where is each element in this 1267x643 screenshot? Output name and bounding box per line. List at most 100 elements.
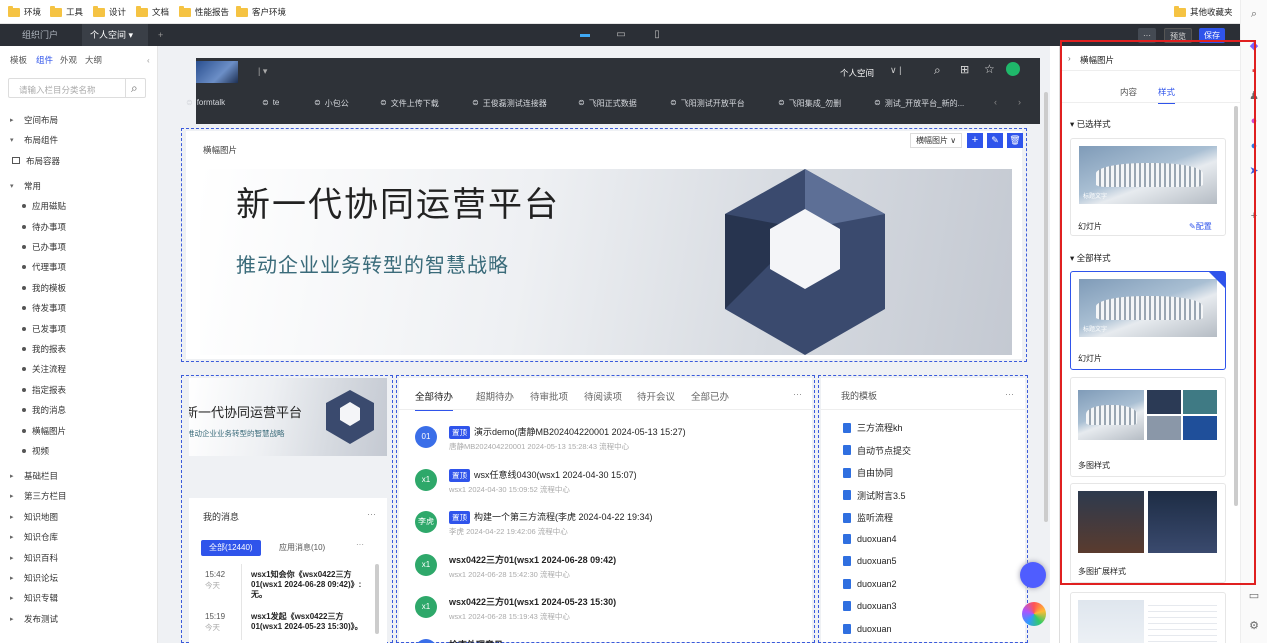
next-icon[interactable]: › — [1018, 97, 1021, 107]
messages-scrollbar[interactable] — [375, 564, 379, 634]
caret-icon[interactable]: ▸ — [10, 554, 18, 562]
portal-nav-item[interactable]: ⊜ 文件上传下载 — [380, 98, 439, 109]
portal-nav-item[interactable]: ⊜ 飞阳集成_勿删 — [778, 98, 841, 109]
tree-item[interactable]: 应用磁贴 — [18, 200, 66, 212]
mobile-icon[interactable]: ▯ — [642, 27, 672, 43]
bookmark-item-other[interactable]: 其他收藏夹 — [1174, 5, 1233, 18]
tree-item[interactable]: ▸ 基础栏目 — [10, 470, 58, 482]
tab-app-messages[interactable]: 应用消息(10) — [279, 542, 325, 553]
chevron-down-icon[interactable]: ∨ | — [890, 65, 901, 76]
tree-item[interactable]: 指定报表 — [18, 384, 66, 396]
search-input[interactable]: 请输入栏目分类名称 ⌕ — [8, 78, 146, 98]
tree-item[interactable]: 代理事项 — [18, 261, 66, 273]
tree-item[interactable]: ▸ 知识地图 — [10, 511, 58, 523]
tree-item[interactable]: ▸ 知识百科 — [10, 552, 58, 564]
tree-item[interactable]: 关注流程 — [18, 363, 66, 375]
template-item[interactable]: duoxuan4 — [843, 533, 897, 544]
bookmark-item[interactable]: 性能报告 — [179, 5, 229, 18]
tab-all-messages[interactable]: 全部(12440) — [201, 540, 261, 556]
screen-icon[interactable]: ▭ — [1248, 590, 1260, 602]
tab-templates[interactable]: 模板 — [10, 54, 27, 66]
tree-item[interactable]: 待办事项 — [18, 221, 66, 233]
tree-item[interactable]: ▸ 知识仓库 — [10, 531, 58, 543]
caret-icon[interactable]: ▸ — [10, 574, 18, 582]
template-item[interactable]: 三方流程kh — [843, 421, 903, 434]
tree-item[interactable]: ▸ 知识专辑 — [10, 592, 58, 604]
space-name[interactable]: 个人空间 — [840, 67, 874, 79]
todo-tab[interactable]: 待开会议 — [637, 389, 675, 403]
apps-grid-icon[interactable]: ⊞ — [960, 63, 969, 76]
tab-components[interactable]: 组件 — [36, 54, 53, 66]
todo-item[interactable]: 李虎 置顶 构建一个第三方流程(李虎 2024-04-22 19:34) 李虎 202… — [415, 511, 795, 541]
caret-icon[interactable]: ▸ — [10, 615, 18, 623]
template-item[interactable]: duoxuan3 — [843, 601, 897, 611]
tree-item[interactable]: 我的报表 — [18, 343, 66, 355]
tree-item[interactable]: 视频 — [18, 445, 49, 457]
portal-nav-item[interactable]: ⊜ formtalk — [186, 98, 225, 107]
caret-icon[interactable]: ▸ — [10, 492, 18, 500]
tree-item[interactable]: ▸ 第三方栏目 — [10, 490, 67, 502]
wrench-icon[interactable]: ✎ — [987, 133, 1003, 148]
tab-outline[interactable]: 大纲 — [85, 54, 102, 66]
tree-item[interactable]: 布局容器 — [10, 155, 60, 167]
bookmark-item[interactable]: 工具 — [50, 5, 83, 18]
todo-tab[interactable]: 全部已办 — [691, 389, 729, 403]
tab-org-portal[interactable]: 组织门户 — [14, 24, 90, 46]
add-tab-icon[interactable]: + — [150, 24, 170, 46]
todo-item[interactable]: x1 wsx0422三方01(wsx1 2024-05-23 15:30) wsx1… — [415, 596, 795, 626]
tab-personal-space[interactable]: 个人空间 ▾ — [82, 24, 148, 46]
canvas-scrollbar[interactable] — [1044, 92, 1048, 522]
style-select[interactable]: 横幅图片 ∨ — [910, 133, 962, 148]
more-icon[interactable]: ··· — [1005, 389, 1014, 399]
tree-item[interactable]: ▸ 知识论坛 — [10, 572, 58, 584]
add-icon[interactable]: + — [967, 133, 983, 148]
bookmark-item[interactable]: 设计 — [93, 5, 126, 18]
tab-appearance[interactable]: 外观 — [60, 54, 77, 66]
search-icon[interactable]: ⌕ — [934, 63, 941, 78]
tree-item[interactable]: 已发事项 — [18, 323, 66, 335]
portal-nav-item[interactable]: ⊜ 测试_开放平台_新的... — [874, 98, 964, 109]
bookmark-item[interactable]: 环境 — [8, 5, 41, 18]
gear-icon[interactable]: ⚙ — [1248, 620, 1260, 632]
laptop-icon[interactable]: ▭ — [606, 27, 636, 43]
assistant-icon[interactable] — [1006, 62, 1020, 76]
tree-item[interactable]: 横幅图片 — [18, 425, 66, 437]
template-item[interactable]: 测试附言3.5 — [843, 489, 906, 502]
caret-icon[interactable]: ▾ — [10, 136, 18, 144]
template-item[interactable]: 自由协同 — [843, 466, 893, 479]
collapse-icon[interactable]: ‹ — [147, 56, 150, 65]
bookmark-item[interactable]: 文档 — [136, 5, 169, 18]
prev-icon[interactable]: ‹ — [994, 97, 997, 107]
tree-item[interactable]: ▾ 常用 — [10, 180, 41, 192]
portal-nav-item[interactable]: ⊜ 飞阳正式数据 — [578, 98, 637, 109]
tree-item[interactable]: ▸ 空间布局 — [10, 114, 58, 126]
template-item[interactable]: 自动节点提交 — [843, 444, 911, 457]
search-icon[interactable]: ⌕ — [131, 81, 138, 96]
more-icon[interactable]: ··· — [793, 389, 802, 399]
banner-widget-frame[interactable]: 横幅图片 横幅图片 ∨ + ✎ 🗑 新一代协同运营平台 推动企业业务转型的智慧战… — [181, 128, 1027, 362]
caret-icon[interactable]: ▸ — [10, 513, 18, 521]
template-item[interactable]: 监听流程 — [843, 511, 893, 524]
todo-tab[interactable]: 待阅读项 — [584, 389, 622, 403]
portal-nav-item[interactable]: ⊜ 王俊磊测试连接器 — [472, 98, 547, 109]
ai-bot-icon[interactable] — [1020, 562, 1046, 588]
todo-item[interactable]: x1 wsx0422三方01(wsx1 2024-06-28 09:42) wsx1… — [415, 553, 795, 584]
todo-item[interactable]: 检索外理意见 — [415, 638, 795, 643]
bookmark-item[interactable]: 客户环境 — [236, 5, 286, 18]
portal-nav-item[interactable]: ⊜ te — [262, 98, 279, 107]
caret-icon[interactable]: ▸ — [10, 594, 18, 602]
message-text[interactable]: wsx1知会你《wsx0422三方01(wsx1 2024-06-28 09:4… — [251, 570, 373, 600]
caret-icon[interactable]: ▾ — [10, 182, 18, 190]
todo-item[interactable]: x1 置顶 wsx任意线0430(wsx1 2024-04-30 15:07) wsx… — [415, 468, 795, 499]
todo-tab[interactable]: 全部待办 — [415, 389, 454, 411]
tree-item[interactable]: ▾ 布局组件 — [10, 134, 58, 146]
app-launcher-icon[interactable] — [1022, 602, 1046, 626]
style-option-more[interactable] — [1070, 592, 1226, 643]
template-item[interactable]: duoxuan — [843, 623, 892, 634]
tree-item[interactable]: 我的消息 — [18, 404, 66, 416]
more-icon[interactable]: ··· — [367, 509, 376, 519]
tree-item[interactable]: 我的模板 — [18, 282, 66, 294]
delete-icon[interactable]: 🗑 — [1007, 133, 1023, 148]
caret-icon[interactable]: ▸ — [10, 472, 18, 480]
small-banner-image[interactable]: 新一代协同运营平台 推动企业业务转型的智慧战略 — [189, 378, 387, 456]
